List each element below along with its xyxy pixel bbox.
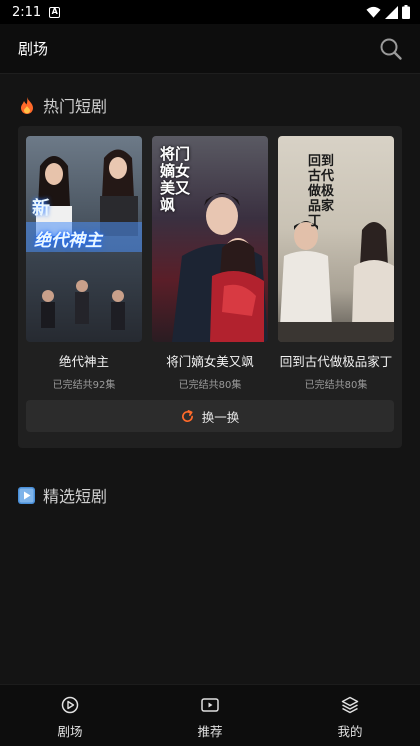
poster-title: 将门嫡女美又飒 xyxy=(160,145,191,214)
drama-name: 绝代神主 xyxy=(58,354,109,369)
signal-icon xyxy=(385,5,398,19)
tab-mine[interactable]: 我的 xyxy=(280,685,420,746)
refresh-icon xyxy=(181,409,194,423)
fire-icon xyxy=(18,96,35,114)
drama-card[interactable]: 将门嫡女美又飒 将门嫡女美又飒 已完结共80集 xyxy=(152,136,268,391)
status-bar: 2:11 A xyxy=(0,0,420,24)
wifi-icon xyxy=(366,6,381,18)
drama-poster[interactable]: 回到古代做极品家丁 xyxy=(278,136,394,342)
battery-icon xyxy=(402,5,410,19)
drama-episode-count: 已完结共92集 xyxy=(52,380,116,391)
hot-dramas-card: 新 绝代神主 绝代神主 已完结共92集 将门嫡女美又飒 将门嫡女美又飒 已完结共… xyxy=(18,126,402,448)
status-indicators xyxy=(366,5,410,19)
tab-recommend[interactable]: 推荐 xyxy=(140,685,280,746)
drama-card[interactable]: 回到古代做极品家丁 回到古代做极品家丁 已完结共80集 xyxy=(278,136,394,391)
drama-card[interactable]: 新 绝代神主 绝代神主 已完结共92集 xyxy=(26,136,142,391)
tab-label: 推荐 xyxy=(197,724,223,739)
drama-episode-count: 已完结共80集 xyxy=(178,380,242,391)
featured-section-header: 精选短剧 xyxy=(18,483,107,507)
poster-title: 回到古代做极品家丁 xyxy=(308,154,335,229)
tab-label: 我的 xyxy=(337,724,363,739)
drama-poster[interactable]: 将门嫡女美又飒 xyxy=(152,136,268,342)
poster-tag: 新 xyxy=(32,198,50,219)
tab-theater[interactable]: 剧场 xyxy=(0,685,140,746)
play-icon xyxy=(18,486,35,504)
hot-section-title: 热门短剧 xyxy=(43,97,108,116)
search-icon xyxy=(380,38,402,60)
status-time: 2:11 xyxy=(12,4,42,20)
app-bar: 剧场 xyxy=(0,24,420,74)
drama-episode-count: 已完结共80集 xyxy=(304,380,368,391)
drama-name: 将门嫡女美又飒 xyxy=(166,354,254,369)
drama-name: 回到古代做极品家丁 xyxy=(279,354,393,369)
layers-icon xyxy=(341,695,359,715)
refresh-label: 换一换 xyxy=(201,409,240,425)
play-circle-icon xyxy=(61,695,79,715)
refresh-button[interactable]: 换一换 xyxy=(26,400,394,432)
notification-icon: A xyxy=(49,6,61,18)
page-title: 剧场 xyxy=(18,40,49,58)
featured-section-title: 精选短剧 xyxy=(43,487,108,506)
drama-poster[interactable]: 新 绝代神主 xyxy=(26,136,142,342)
poster-title: 绝代神主 xyxy=(34,231,102,251)
video-icon xyxy=(201,695,219,715)
tab-label: 剧场 xyxy=(57,724,83,739)
bottom-tab-bar: 剧场 推荐 我的 xyxy=(0,684,420,746)
hot-section-header: 热门短剧 xyxy=(18,93,107,117)
search-button[interactable] xyxy=(378,36,404,62)
